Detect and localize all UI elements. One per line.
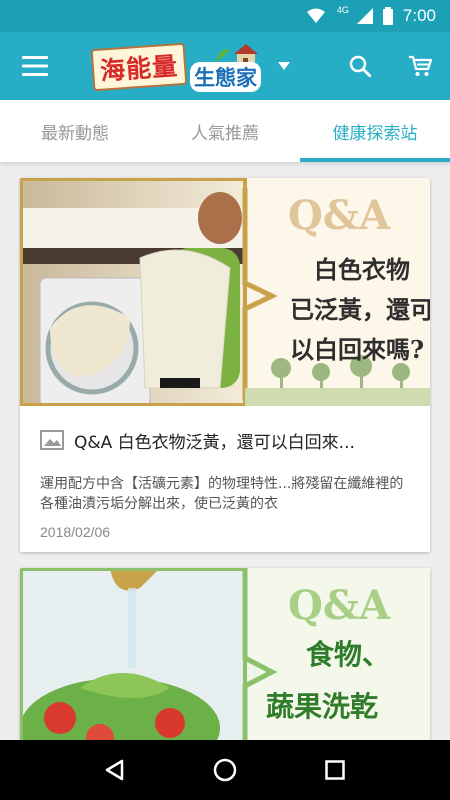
logo-main-text: 海能量 [90, 42, 188, 92]
hamburger-menu-icon [22, 56, 48, 76]
home-button[interactable] [195, 740, 255, 800]
recents-button[interactable] [305, 740, 365, 800]
wifi-icon [306, 8, 325, 23]
home-circle-icon [213, 758, 237, 782]
signal-icon [356, 8, 373, 24]
article-card[interactable]: Q&A 食物、 蔬果洗乾 [20, 568, 430, 740]
article-image: Q&A 白色衣物 已泛黃，還可 以白回來嗎? [20, 178, 430, 406]
status-bar: 4G 7:00 [0, 0, 450, 32]
logo-sub-text: 生態家 [190, 62, 261, 92]
search-icon [349, 55, 371, 77]
image-caption-line-1: 食物、 [306, 638, 391, 671]
battery-icon [382, 7, 393, 25]
logo-dropdown-caret-icon [278, 62, 290, 70]
status-time: 7:00 [402, 6, 436, 25]
network-type-label: 4G [336, 5, 349, 15]
image-heading: Q&A [288, 582, 390, 629]
image-caption-line-2: 蔬果洗乾 [266, 690, 379, 723]
article-date: 2018/02/06 [40, 524, 111, 540]
search-button[interactable] [330, 32, 390, 100]
image-caption-line-3: 以白回來嗎? [290, 335, 425, 364]
image-caption-line-2: 已泛黃，還可 [290, 295, 430, 324]
tab-latest-news[interactable]: 最新動態 [0, 100, 150, 162]
article-card[interactable]: Q&A 白色衣物 已泛黃，還可 以白回來嗎? Q&A 白色衣物泛黃，還可以白回來… [20, 178, 430, 552]
article-image: Q&A 食物、 蔬果洗乾 [20, 568, 430, 740]
article-title: Q&A 白色衣物泛黃，還可以白回來... [74, 432, 355, 453]
article-feed[interactable]: Q&A 白色衣物 已泛黃，還可 以白回來嗎? Q&A 白色衣物泛黃，還可以白回來… [0, 162, 450, 740]
cart-button[interactable] [390, 32, 450, 100]
article-description: 運用配方中含【活礦元素】的物理特性...將殘留在纖維裡的各種油漬污垢分解出來，使… [40, 476, 404, 512]
app-bar: 海能量 生態家 [0, 32, 450, 100]
cart-icon [409, 55, 432, 76]
back-button[interactable] [85, 740, 145, 800]
tab-health-explore[interactable]: 健康探索站 [300, 100, 450, 162]
menu-button[interactable] [0, 32, 70, 100]
system-nav-bar [0, 740, 450, 800]
recents-square-icon [325, 760, 345, 780]
image-placeholder-icon [40, 430, 64, 450]
app-logo-dropdown[interactable]: 海能量 生態家 [90, 40, 292, 94]
image-heading: Q&A [288, 192, 390, 239]
tab-bar: 最新動態 人氣推薦 健康探索站 [0, 100, 450, 162]
back-triangle-icon [105, 759, 124, 781]
tab-popular[interactable]: 人氣推薦 [150, 100, 300, 162]
image-caption-line-1: 白色衣物 [314, 255, 410, 284]
